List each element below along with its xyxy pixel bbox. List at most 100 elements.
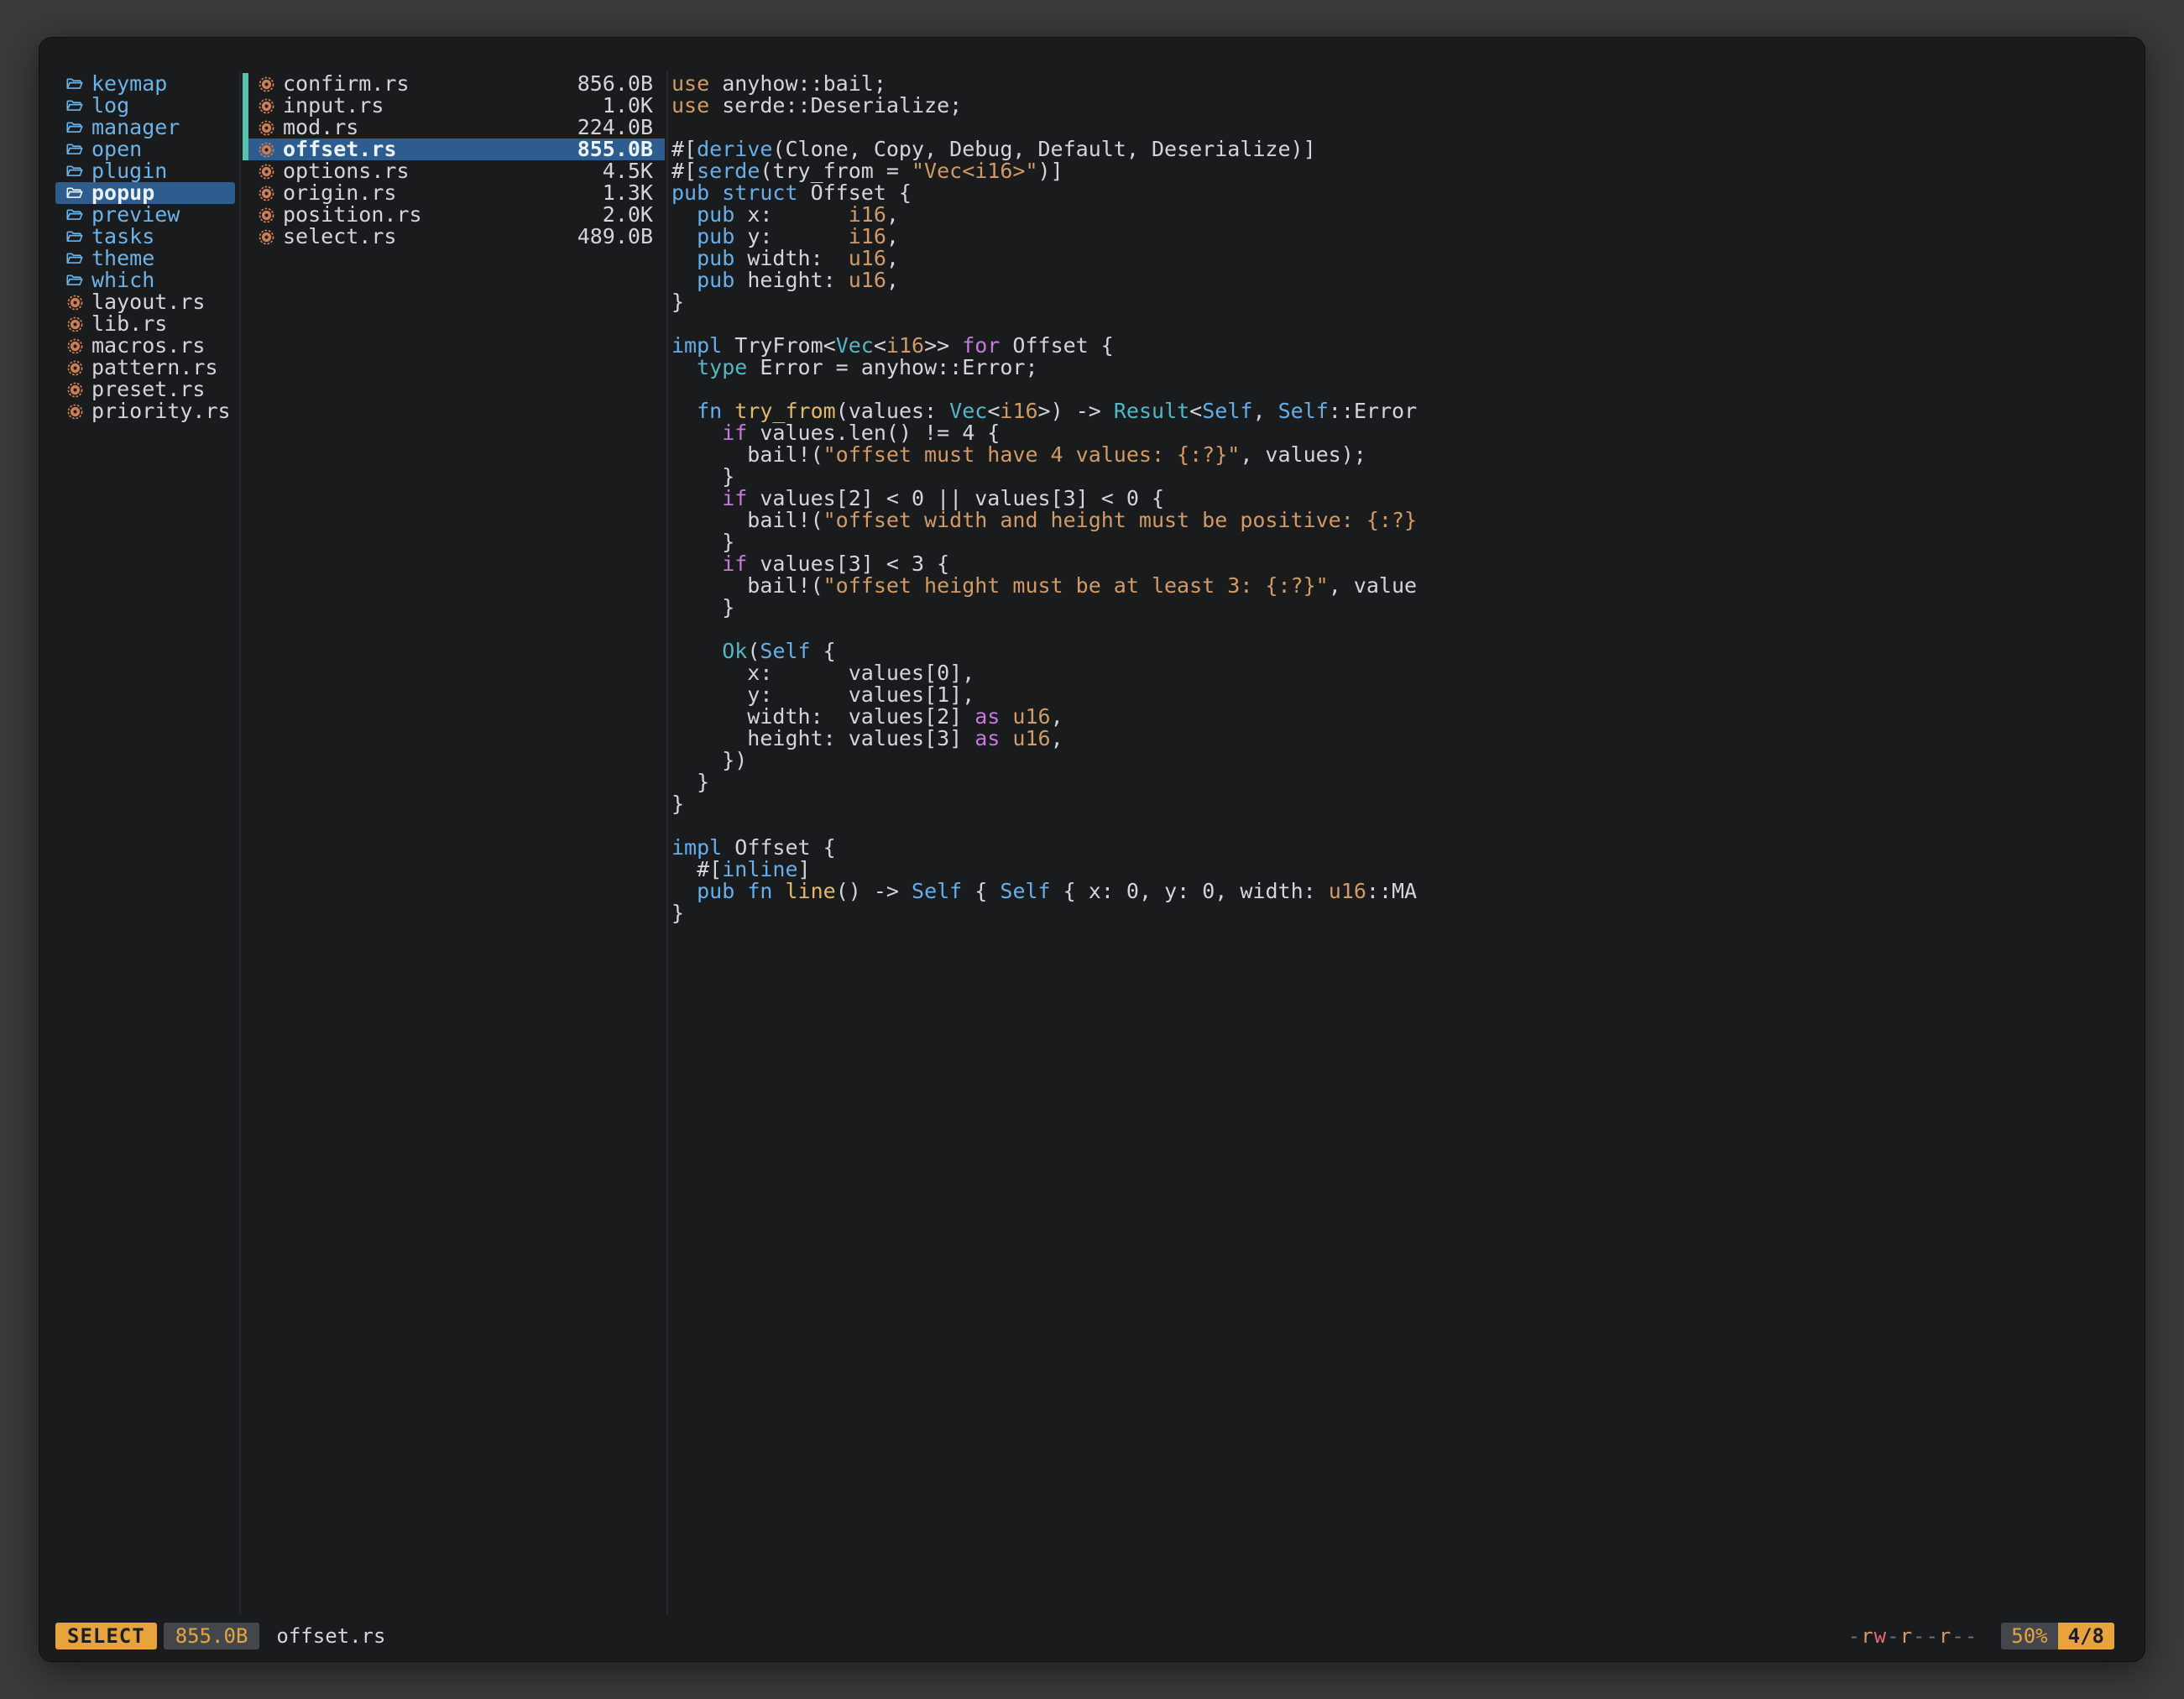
permissions-text: -rw-r--r-- [1848, 1625, 1978, 1647]
code-line: pub y: i16, [671, 226, 2129, 248]
sidebar-item-macros-rs[interactable]: macros.rs [55, 335, 235, 357]
code-line: } [671, 531, 2129, 553]
sidebar-item-label: which [91, 269, 154, 291]
sidebar-item-priority-rs[interactable]: priority.rs [55, 400, 235, 422]
file-row-origin-rs[interactable]: origin.rs 1.3K [243, 182, 665, 204]
sidebar-item-label: keymap [91, 73, 167, 95]
sidebar-item-preview[interactable]: preview [55, 204, 235, 226]
preview-pane: use anyhow::bail;use serde::Deserialize;… [671, 73, 2129, 924]
file-row-position-rs[interactable]: position.rs2.0K [243, 204, 665, 226]
rust-file-icon [257, 140, 275, 159]
sidebar-item-label: log [91, 95, 129, 117]
code-line: Ok(Self { [671, 640, 2129, 662]
terminal-window: keymaplogmanageropenpluginpopuppreviewta… [39, 37, 2145, 1662]
sidebar-item-layout-rs[interactable]: layout.rs [55, 291, 235, 313]
pane-divider-left [239, 71, 241, 1614]
code-line: if values.len() != 4 { [671, 422, 2129, 444]
sidebar-item-tasks[interactable]: tasks [55, 226, 235, 248]
file-size: 855.0B [577, 139, 653, 160]
code-line: pub x: i16, [671, 204, 2129, 226]
code-line: impl TryFrom<Vec<i16>> for Offset { [671, 335, 2129, 357]
code-line: } [671, 793, 2129, 815]
file-name: position.rs [283, 204, 422, 226]
code-line: } [671, 466, 2129, 488]
code-line: impl Offset { [671, 837, 2129, 859]
file-row-offset-rs[interactable]: offset.rs 855.0B [243, 139, 665, 160]
file-row-options-rs[interactable]: options.rs 4.5K [243, 160, 665, 182]
folder-open-icon [65, 75, 84, 93]
sidebar-item-pattern-rs[interactable]: pattern.rs [55, 357, 235, 379]
file-size: 4.5K [603, 160, 653, 182]
file-name: origin.rs [283, 182, 396, 204]
folder-open-icon [65, 227, 84, 246]
sidebar-item-label: plugin [91, 160, 167, 182]
sidebar-item-label: macros.rs [91, 335, 205, 357]
code-line: bail!("offset must have 4 values: {:?}",… [671, 444, 2129, 466]
sidebar-item-which[interactable]: which [55, 269, 235, 291]
status-filename: offset.rs [276, 1625, 385, 1647]
file-size: 1.0K [603, 95, 653, 117]
file-row-body: origin.rs 1.3K [248, 182, 665, 204]
sidebar-item-lib-rs[interactable]: lib.rs [55, 313, 235, 335]
sidebar-item-log[interactable]: log [55, 95, 235, 117]
parent-pane: keymaplogmanageropenpluginpopuppreviewta… [55, 73, 235, 422]
file-row-select-rs[interactable]: select.rs489.0B [243, 226, 665, 248]
file-row-confirm-rs[interactable]: confirm.rs856.0B [243, 73, 665, 95]
selection-marker [243, 226, 248, 248]
rust-file-icon [65, 380, 84, 399]
rust-file-icon [257, 118, 275, 137]
file-size: 224.0B [577, 117, 653, 139]
code-line: #[inline] [671, 859, 2129, 881]
sidebar-item-label: preview [91, 204, 180, 226]
code-line: pub struct Offset { [671, 182, 2129, 204]
file-row-body: options.rs 4.5K [248, 160, 665, 182]
code-line [671, 379, 2129, 400]
file-name: confirm.rs [283, 73, 410, 95]
sidebar-item-open[interactable]: open [55, 139, 235, 160]
sidebar-item-popup[interactable]: popup [55, 182, 235, 204]
code-line: use anyhow::bail; [671, 73, 2129, 95]
file-row-body: mod.rs 224.0B [248, 117, 665, 139]
code-line: y: values[1], [671, 684, 2129, 706]
folder-open-icon [65, 249, 84, 268]
file-row-body: input.rs 1.0K [248, 95, 665, 117]
file-name: input.rs [283, 95, 384, 117]
code-line: }) [671, 750, 2129, 771]
sidebar-item-plugin[interactable]: plugin [55, 160, 235, 182]
folder-open-icon [65, 271, 84, 290]
file-row-input-rs[interactable]: input.rs 1.0K [243, 95, 665, 117]
folder-open-icon [65, 118, 84, 137]
file-row-body: offset.rs 855.0B [248, 139, 665, 160]
sidebar-item-label: pattern.rs [91, 357, 218, 379]
sidebar-item-label: lib.rs [91, 313, 167, 335]
file-size: 1.3K [603, 182, 653, 204]
pane-divider-right [666, 71, 668, 1614]
current-pane: confirm.rs856.0Binput.rs 1.0K mod.rs 224.0B… [243, 73, 665, 248]
file-name: options.rs [283, 160, 410, 182]
file-row-body: position.rs2.0K [248, 204, 665, 226]
code-line: type Error = anyhow::Error; [671, 357, 2129, 379]
file-name: offset.rs [283, 139, 396, 160]
code-line [671, 313, 2129, 335]
scroll-percent-badge: 50% [2001, 1623, 2057, 1649]
selection-marker [243, 139, 248, 160]
selection-marker [243, 204, 248, 226]
code-line: #[serde(try_from = "Vec<i16>")] [671, 160, 2129, 182]
sidebar-item-label: open [91, 139, 142, 160]
sidebar-item-preset-rs[interactable]: preset.rs [55, 379, 235, 400]
sidebar-item-manager[interactable]: manager [55, 117, 235, 139]
sidebar-item-label: tasks [91, 226, 154, 248]
file-size-badge: 855.0B [164, 1623, 260, 1649]
code-line: if values[3] < 3 { [671, 553, 2129, 575]
code-line: } [671, 597, 2129, 619]
sidebar-item-theme[interactable]: theme [55, 248, 235, 269]
file-name: mod.rs [283, 117, 358, 139]
code-line: if values[2] < 0 || values[3] < 0 { [671, 488, 2129, 510]
file-row-mod-rs[interactable]: mod.rs 224.0B [243, 117, 665, 139]
rust-file-icon [257, 184, 275, 202]
rust-file-icon [65, 315, 84, 333]
sidebar-item-keymap[interactable]: keymap [55, 73, 235, 95]
file-row-body: confirm.rs856.0B [248, 73, 665, 95]
code-line: x: values[0], [671, 662, 2129, 684]
code-line: pub width: u16, [671, 248, 2129, 269]
